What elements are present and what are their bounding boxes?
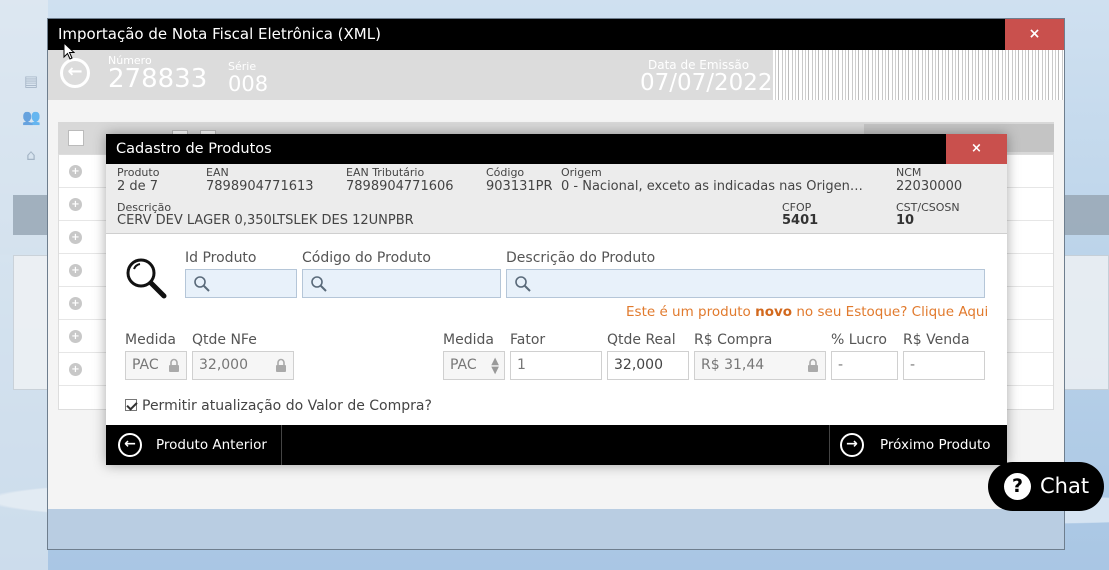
lucro-label: % Lucro: [831, 332, 887, 348]
venda-value: -: [910, 357, 916, 373]
descricao-produto-label: Descrição do Produto: [506, 250, 656, 266]
ean-trib-value: 7898904771606: [346, 179, 454, 194]
qtde-nfe-field: 32,000: [192, 351, 294, 380]
lock-icon: [169, 358, 179, 372]
serie-value: 008: [228, 72, 269, 96]
fator-value: 1: [517, 357, 526, 373]
data-emissao-value: 07/07/2022: [640, 70, 773, 96]
lucro-value: -: [838, 357, 844, 373]
previous-product-button[interactable]: ← Produto Anterior: [106, 425, 281, 465]
qtde-real-label: Qtde Real: [607, 332, 676, 348]
toolbar-button[interactable]: [68, 130, 84, 146]
numero-value: 278833: [108, 64, 208, 94]
compra-field: R$ 31,44: [694, 351, 826, 380]
expand-icon[interactable]: +: [69, 198, 82, 211]
expand-icon[interactable]: +: [69, 330, 82, 343]
cst-value: 10: [896, 213, 915, 228]
magnifier-icon: [194, 276, 210, 292]
up-down-icon: ▲ ▼: [491, 356, 499, 376]
checkbox-checked-icon[interactable]: [125, 399, 137, 411]
modal-footer: ← Produto Anterior → Próximo Produto: [106, 425, 1007, 465]
codigo-produto-label: Código do Produto: [302, 250, 431, 266]
new-product-link[interactable]: Este é um produto novo no seu Estoque? C…: [626, 304, 988, 320]
medida2-value: PAC: [450, 357, 477, 373]
close-modal-button[interactable]: ×: [946, 134, 1007, 164]
medida1-value: PAC: [132, 357, 159, 373]
arrow-left-circle-icon: ←: [118, 433, 142, 457]
footer-divider: [281, 425, 282, 465]
lock-icon: [276, 358, 286, 372]
close-window-button[interactable]: ×: [1005, 19, 1064, 50]
next-product-button[interactable]: → Próximo Produto: [830, 425, 1007, 465]
ean-value: 7898904771613: [206, 179, 314, 194]
expand-icon[interactable]: +: [69, 264, 82, 277]
search-icon: [126, 258, 167, 299]
cfop-value: 5401: [782, 213, 819, 228]
lucro-input[interactable]: -: [831, 351, 898, 380]
id-produto-input[interactable]: [185, 269, 297, 298]
descricao-value: CERV DEV LAGER 0,350LTSLEK DES 12UNPBR: [117, 213, 414, 228]
medida2-select[interactable]: PAC ▲ ▼: [443, 351, 505, 380]
compra-label: R$ Compra: [694, 332, 773, 348]
basket-icon: ⌂: [26, 146, 36, 164]
magnifier-icon: [515, 276, 531, 292]
ncm-label: NCM: [896, 166, 922, 179]
lock-icon: [808, 358, 818, 372]
magnifier-icon: [311, 276, 327, 292]
modal-title: Cadastro de Produtos: [106, 134, 1007, 164]
qtde-nfe-value: 32,000: [199, 357, 248, 373]
invoice-header: ← Número 278833 Série 008 Data de Emissã…: [48, 50, 1064, 100]
background-right-list: [1060, 255, 1109, 390]
codigo-value: 903131PR: [486, 179, 553, 194]
fator-label: Fator: [510, 332, 546, 348]
chat-label: Chat: [1040, 474, 1090, 498]
chat-button[interactable]: ? Chat: [988, 462, 1104, 511]
id-produto-label: Id Produto: [185, 250, 257, 266]
next-product-label: Próximo Produto: [880, 437, 991, 453]
medida2-label: Medida: [443, 332, 494, 348]
compra-value: R$ 31,44: [701, 357, 765, 373]
help-icon: ?: [1004, 473, 1031, 500]
update-purchase-value-checkbox[interactable]: Permitir atualização do Valor de Compra?: [125, 398, 432, 414]
qtde-real-input[interactable]: 32,000: [607, 351, 689, 380]
origem-label: Origem: [561, 166, 602, 179]
codigo-produto-input[interactable]: [302, 269, 501, 298]
users-icon: 👥: [22, 108, 41, 126]
window-footer: [48, 509, 1064, 549]
product-register-modal: Cadastro de Produtos × Produto 2 de 7 EA…: [106, 134, 1007, 465]
document-icon: ▤: [23, 72, 39, 90]
new-product-prefix: Este é um produto: [626, 304, 756, 320]
expand-icon[interactable]: +: [69, 165, 82, 178]
qtde-real-value: 32,000: [614, 357, 663, 373]
checkbox-label: Permitir atualização do Valor de Compra?: [142, 398, 432, 414]
mouse-cursor-icon: [63, 42, 75, 60]
ean-trib-label: EAN Tributário: [346, 166, 425, 179]
medida1-label: Medida: [125, 332, 176, 348]
venda-label: R$ Venda: [903, 332, 970, 348]
produto-value: 2 de 7: [117, 179, 159, 194]
codigo-label: Código: [486, 166, 525, 179]
expand-icon[interactable]: +: [69, 297, 82, 310]
arrow-right-circle-icon: →: [840, 433, 864, 457]
venda-input[interactable]: -: [903, 351, 985, 380]
expand-icon[interactable]: +: [69, 363, 82, 376]
window-title: Importação de Nota Fiscal Eletrônica (XM…: [48, 19, 1064, 50]
medida1-field: PAC: [125, 351, 187, 380]
background-right-panel: [1060, 195, 1109, 235]
fator-input[interactable]: 1: [510, 351, 602, 380]
qtde-nfe-label: Qtde NFe: [192, 332, 257, 348]
expand-icon[interactable]: +: [69, 231, 82, 244]
ncm-value: 22030000: [896, 179, 963, 194]
new-product-emphasis: novo: [755, 304, 793, 320]
origem-value: 0 - Nacional, exceto as indicadas nas Or…: [561, 179, 863, 194]
back-arrow-icon[interactable]: ←: [60, 58, 90, 88]
produto-label: Produto: [117, 166, 160, 179]
ean-label: EAN: [206, 166, 229, 179]
new-product-suffix: no seu Estoque? Clique Aqui: [792, 304, 989, 320]
descricao-produto-input[interactable]: [506, 269, 985, 298]
product-info-strip: Produto 2 de 7 EAN 7898904771613 EAN Tri…: [106, 164, 1007, 234]
barcode-decoration: [773, 50, 1064, 100]
previous-product-label: Produto Anterior: [156, 437, 267, 453]
